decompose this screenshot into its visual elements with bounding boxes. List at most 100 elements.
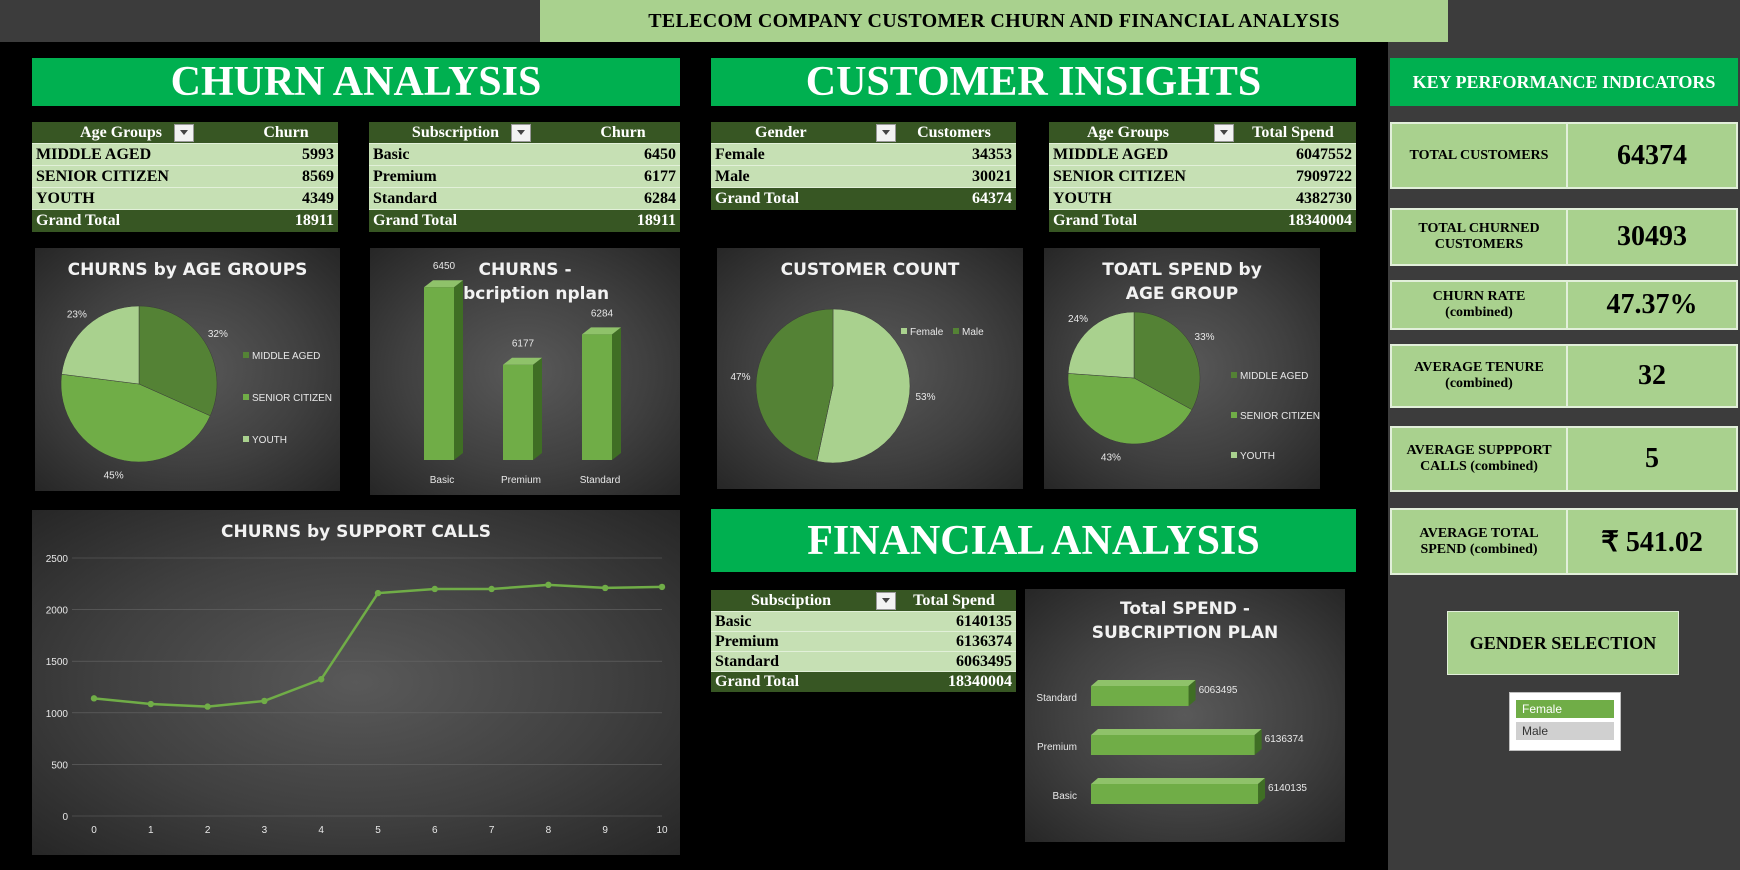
filter-dropdown-icon[interactable] (511, 123, 532, 142)
data-label: 6063495 (1199, 685, 1238, 696)
x-tick-label: 9 (602, 825, 608, 836)
legend-entry: SENIOR CITIZEN (1240, 411, 1320, 422)
legend-entry: YOUTH (1240, 451, 1275, 462)
bar (1091, 735, 1255, 755)
column-header: Gender (755, 123, 807, 141)
x-tick-label: 5 (375, 825, 381, 836)
data-label: 45% (104, 471, 124, 482)
column-header: Age Groups (80, 123, 162, 141)
x-tick-label: 1 (148, 825, 154, 836)
table-row: Basic 6140135 (711, 612, 1016, 632)
row-label: Basic (373, 145, 410, 163)
kpi-card-churn-rate: CHURN RATE (combined) 47.37% (1390, 280, 1738, 330)
table-row: YOUTH 4382730 (1049, 188, 1356, 210)
table-row: SENIOR CITIZEN 7909722 (1049, 166, 1356, 188)
data-label: 6284 (591, 308, 614, 319)
chart-total-spend-by-age-group[interactable]: TOATL SPEND by AGE GROUP 33% 43% 24% MIDDLE… (1044, 248, 1320, 489)
grand-total-row: Grand Total 18340004 (1049, 210, 1356, 232)
data-label: 23% (67, 309, 87, 320)
legend-swatch (901, 328, 907, 334)
row-label: Premium (373, 167, 437, 185)
pivot-age-churn: Age Groups Churn MIDDLE AGED 5993 SENIOR C… (32, 122, 338, 232)
pivot-age-spend: Age Groups Total Spend MIDDLE AGED 6047552… (1049, 122, 1356, 232)
data-label: 24% (1068, 314, 1088, 325)
filter-dropdown-icon[interactable] (876, 591, 896, 610)
row-label: MIDDLE AGED (1053, 145, 1169, 163)
filter-dropdown-icon[interactable] (173, 123, 194, 142)
section-header-insights: CUSTOMER INSIGHTS (711, 58, 1356, 106)
row-label: YOUTH (36, 189, 95, 207)
row-label: Male (715, 167, 750, 185)
y-tick-label: 0 (62, 812, 68, 823)
row-label: SENIOR CITIZEN (1053, 167, 1186, 185)
column-header: Churn (600, 123, 646, 141)
chart-customer-count[interactable]: CUSTOMER COUNT 53% 47% Female Male (717, 248, 1023, 489)
legend-entry: Male (962, 327, 984, 338)
x-tick-label: 8 (546, 825, 552, 836)
data-label: 32% (208, 329, 228, 340)
bar-plot: 6450 Basic 6177 Premium 6284 Standard (424, 261, 621, 486)
x-tick-label: Premium (501, 475, 541, 486)
data-label: 53% (915, 392, 935, 403)
page-title: TELECOM COMPANY CUSTOMER CHURN AND FINAN… (540, 0, 1448, 42)
row-value: 64374 (972, 190, 1012, 207)
row-label: Grand Total (36, 212, 121, 229)
legend-swatch (1231, 452, 1237, 458)
row-value: 18340004 (1288, 212, 1352, 229)
bar-side (612, 327, 621, 460)
x-tick-label: 6 (432, 825, 438, 836)
row-value: 5993 (302, 145, 334, 163)
column-header: Total Spend (913, 591, 995, 609)
chart-churns-subscription-plan[interactable]: CHURNS - subcription nplan 6450 Basic 6177… (370, 248, 680, 495)
kpi-label: AVERAGE SUPPPORT CALLS (combined) (1392, 428, 1566, 490)
pivot-subscription-spend: Subsciption Total Spend Basic 6140135 Prem… (711, 590, 1016, 692)
gender-slicer: Female Male (1509, 692, 1621, 751)
column-header: Subsciption (751, 591, 832, 609)
x-tick-label: 10 (656, 825, 668, 836)
slicer-item-male[interactable]: Male (1516, 722, 1614, 740)
pivot-gender-customers: Gender Customers Female 34353 Male 30021 Gr… (711, 122, 1016, 210)
section-header-kpi: KEY PERFORMANCE INDICATORS (1390, 58, 1738, 106)
row-value: 8569 (302, 167, 334, 185)
legend-entry: MIDDLE AGED (252, 351, 320, 362)
kpi-value: 5 (1568, 428, 1736, 490)
slicer-item-female[interactable]: Female (1516, 700, 1614, 718)
row-label: YOUTH (1053, 189, 1112, 207)
kpi-label: AVERAGE TENURE (combined) (1392, 346, 1566, 406)
data-label: 33% (1195, 332, 1215, 343)
gender-selection-button[interactable]: GENDER SELECTION (1447, 611, 1679, 675)
pivot-subscription-churn: Subscription Churn Basic 6450 Premium 6177 … (369, 122, 680, 232)
row-label: Premium (715, 632, 779, 650)
kpi-value: 64374 (1568, 124, 1736, 187)
data-point (488, 585, 495, 593)
y-tick-label: Standard (1036, 693, 1077, 704)
row-value: 4382730 (1296, 189, 1352, 207)
grand-total-row: Grand Total 18911 (369, 210, 680, 232)
y-tick-label: 1000 (46, 709, 69, 720)
filter-dropdown-icon[interactable] (1214, 123, 1234, 142)
row-value: 6450 (644, 145, 676, 163)
column-header: Total Spend (1252, 123, 1334, 141)
section-header-financial: FINANCIAL ANALYSIS (711, 509, 1356, 572)
row-label: Basic (715, 612, 752, 630)
row-value: 30021 (972, 167, 1012, 185)
row-label: Grand Total (715, 673, 800, 690)
column-header: Subscription (411, 123, 500, 141)
data-label: 6136374 (1265, 734, 1304, 745)
pie-plot: 32% 45% 23% MIDDLE AGED SENIOR CITIZEN YOUTH (60, 305, 332, 482)
chart-churns-by-age-groups[interactable]: CHURNS by AGE GROUPS 32% 45% 23% MIDDLE AGE… (35, 248, 340, 491)
table-row: Male 30021 (711, 166, 1016, 188)
chart-churns-by-support-calls[interactable]: CHURNS by SUPPORT CALLS 0 500 1000 1500 2000… (32, 510, 680, 855)
x-tick-label: 7 (489, 825, 495, 836)
filter-dropdown-icon[interactable] (876, 123, 896, 142)
grand-total-row: Grand Total 64374 (711, 188, 1016, 210)
data-point (261, 697, 268, 705)
table-row: Standard 6063495 (711, 652, 1016, 672)
chart-total-spend-subscription-plan[interactable]: Total SPEND - SUBCRIPTION PLAN 6063495 St… (1025, 589, 1345, 842)
section-header-churn: CHURN ANALYSIS (32, 58, 680, 106)
table-row: MIDDLE AGED 6047552 (1049, 144, 1356, 166)
data-label: 43% (1101, 453, 1121, 464)
row-label: SENIOR CITIZEN (36, 167, 169, 185)
data-point (374, 589, 382, 597)
row-label: Standard (715, 652, 780, 670)
